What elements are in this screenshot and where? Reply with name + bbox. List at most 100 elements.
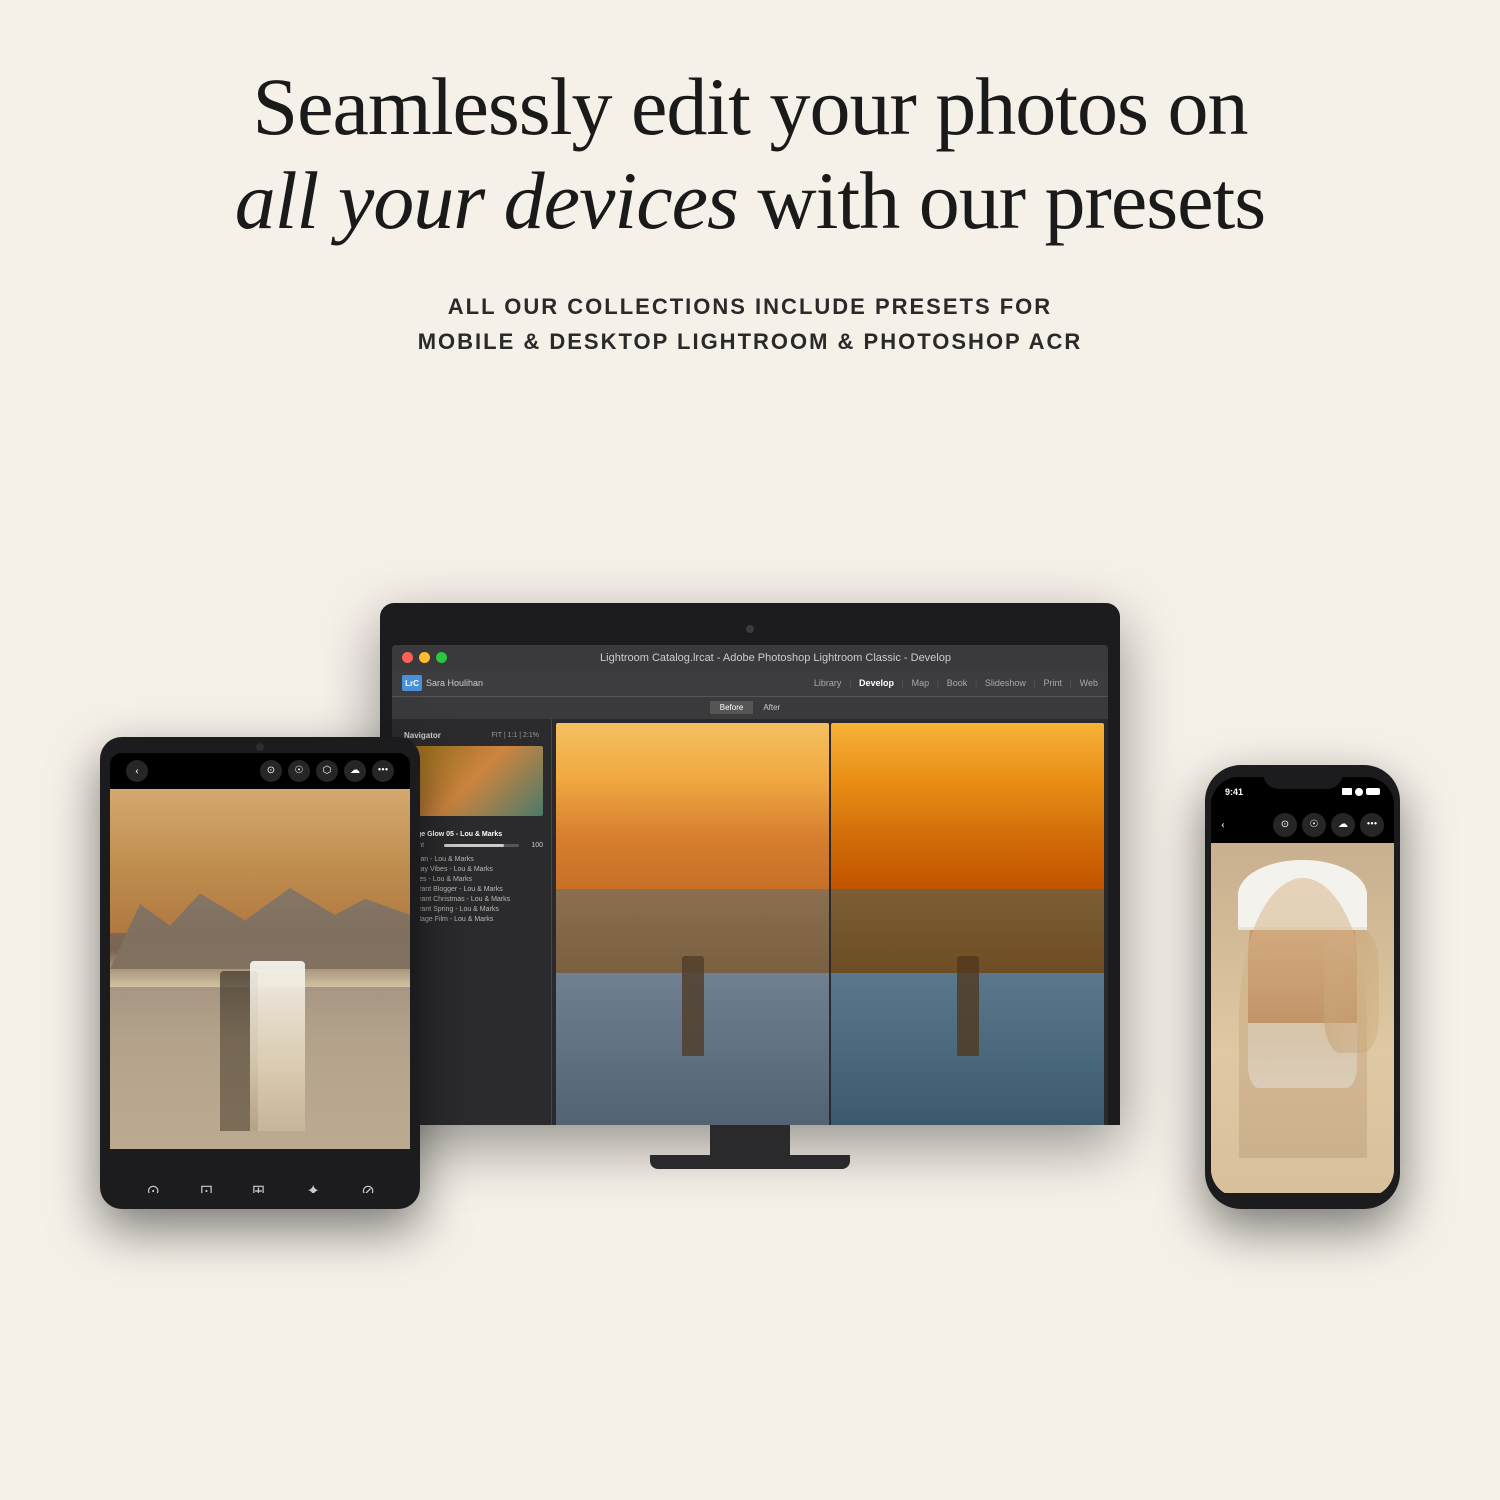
monitor-camera-bar	[392, 615, 1108, 643]
lr-preset-item-3[interactable]: Vibes - Lou & Marks	[400, 875, 543, 884]
headline-italic: all your devices	[235, 155, 738, 246]
headline-section: Seamlessly edit your photos on all your …	[155, 60, 1345, 249]
crop-icon: ⊡	[193, 1177, 221, 1193]
monitor-base	[650, 1155, 850, 1169]
lr-slider[interactable]	[444, 844, 519, 847]
lr-preset-item-6[interactable]: Vibrant Spring - Lou & Marks	[400, 905, 543, 914]
edit-icon: ⊞	[245, 1177, 273, 1193]
lr-before-panel	[556, 723, 829, 1125]
lr-photos-panels	[552, 719, 1108, 1125]
lr-photo-area: ⊞ ⊟ ⊠ ⌄ Before & After ◀ ▶ Soft Proofing	[552, 719, 1108, 1125]
lr-tab-develop[interactable]: Develop	[859, 678, 894, 688]
phone-photo	[1211, 843, 1394, 1193]
tablet-icon-cloud[interactable]: ☁	[344, 760, 366, 782]
tablet-top-right-icons: ⊙ ☉ ⬡ ☁ •••	[260, 760, 394, 782]
phone-outer: 9:41 ‹ ⊙ ☉ ☁ •••	[1205, 765, 1400, 1209]
wifi-icon	[1355, 788, 1363, 796]
tablet-tool-edit[interactable]: ⊞ Edit	[245, 1177, 273, 1193]
lr-after-btn[interactable]: After	[753, 701, 790, 714]
subtitle-text: ALL OUR COLLECTIONS INCLUDE PRESETS FOR …	[418, 289, 1083, 359]
phone-icon-3[interactable]: ☁	[1331, 813, 1355, 837]
lr-tab-slideshow[interactable]: Slideshow	[985, 678, 1026, 688]
phone-device: 9:41 ‹ ⊙ ☉ ☁ •••	[1205, 765, 1400, 1209]
tablet-icon-presets[interactable]: ⊙	[260, 760, 282, 782]
lr-before-btn[interactable]: Before	[710, 701, 754, 714]
tablet-back-button[interactable]: ‹	[126, 760, 148, 782]
phone-icon-1[interactable]: ⊙	[1273, 813, 1297, 837]
tablet-tool-masking[interactable]: ✦ Masking	[297, 1177, 331, 1193]
sunset-after-scene	[831, 723, 1104, 1125]
tablet-tool-heal[interactable]: ⊘ Heal	[354, 1177, 382, 1193]
signal-icon	[1342, 788, 1352, 795]
traffic-light-yellow	[419, 652, 430, 663]
lr-tab-library[interactable]: Library	[814, 678, 842, 688]
phone-top-icons: ‹ ⊙ ☉ ☁ •••	[1211, 807, 1394, 843]
tablet-tool-crop[interactable]: ⊡ Crop	[193, 1177, 221, 1193]
tablet-tool-presets[interactable]: ⊙ Presets	[138, 1177, 169, 1193]
lr-topbar: LrC Sara Houlihan Library | Develop | Ma…	[392, 671, 1108, 697]
lr-nav-tabs: Library | Develop | Map | Book | Slidesh…	[814, 678, 1098, 688]
tablet-device: ‹ ⊙ ☉ ⬡ ☁ •••	[100, 737, 420, 1209]
lr-preset-item-5[interactable]: Vibrant Christmas - Lou & Marks	[400, 895, 543, 904]
woman-hat-background	[1211, 843, 1394, 1193]
phone-notch	[1263, 765, 1343, 789]
lr-preset-item-4[interactable]: Vibrant Blogger - Lou & Marks	[400, 885, 543, 894]
phone-back-arrow-icon[interactable]: ‹	[1221, 817, 1225, 832]
devices-section: Lightroom Catalog.lrcat - Adobe Photosho…	[0, 389, 1500, 1289]
lr-tab-web[interactable]: Web	[1080, 678, 1098, 688]
lr-preset-item-2[interactable]: Vacay Vibes - Lou & Marks	[400, 865, 543, 874]
lr-after-panel	[831, 723, 1104, 1125]
presets-icon: ⊙	[139, 1177, 167, 1193]
lr-navigator-thumb	[400, 746, 543, 816]
lr-preset-list: Urban - Lou & Marks Vacay Vibes - Lou & …	[400, 855, 543, 924]
subtitle-line1: ALL OUR COLLECTIONS INCLUDE PRESETS FOR	[448, 294, 1052, 319]
tablet-icon-more[interactable]: •••	[372, 760, 394, 782]
traffic-light-green	[436, 652, 447, 663]
tablet-icon-adjustments[interactable]: ☉	[288, 760, 310, 782]
monitor-outer: Lightroom Catalog.lrcat - Adobe Photosho…	[380, 603, 1120, 1125]
subtitle-section: ALL OUR COLLECTIONS INCLUDE PRESETS FOR …	[318, 289, 1183, 359]
monitor-neck	[710, 1125, 790, 1155]
lr-tab-book[interactable]: Book	[947, 678, 968, 688]
masking-icon: ✦	[299, 1177, 327, 1193]
lr-logo: LrC	[402, 675, 422, 691]
sunset-before-scene	[556, 723, 829, 1125]
monitor-camera	[746, 625, 754, 633]
tablet-top-icons: ‹ ⊙ ☉ ⬡ ☁ •••	[110, 753, 410, 789]
groom-figure	[220, 971, 258, 1131]
lr-tab-map[interactable]: Map	[912, 678, 930, 688]
back-arrow-icon: ‹	[135, 763, 139, 778]
traffic-light-red	[402, 652, 413, 663]
headline-line1: Seamlessly edit your photos on	[253, 61, 1248, 152]
lr-amount-value: 100	[523, 842, 543, 849]
monitor-titlebar: Lightroom Catalog.lrcat - Adobe Photosho…	[392, 645, 1108, 671]
lr-logo-area: LrC Sara Houlihan	[402, 675, 483, 691]
lr-preset-item-7[interactable]: Vintage Film - Lou & Marks	[400, 915, 543, 924]
lr-tab-print[interactable]: Print	[1044, 678, 1063, 688]
phone-icon-2[interactable]: ☉	[1302, 813, 1326, 837]
lr-amount-row: Amount 100	[400, 842, 543, 849]
battery-icon	[1366, 788, 1380, 795]
woman-arm	[1324, 930, 1379, 1053]
sunset-after-sky	[831, 723, 1104, 910]
lr-main-ui: Navigator FIT | 1:1 | 2:1% Preset Vintag…	[392, 719, 1108, 1125]
tablet-tool-icons: ⊙ Presets ⊡ Crop ⊞ Edit ✦	[128, 1173, 392, 1193]
tablet-icon-camera[interactable]: ⬡	[316, 760, 338, 782]
phone-icon-4[interactable]: •••	[1360, 813, 1384, 837]
phone-status-icons	[1342, 788, 1380, 796]
tablet-photo	[110, 789, 410, 1149]
woman-hat-shape	[1238, 860, 1366, 930]
lr-navigator-header: Navigator FIT | 1:1 | 2:1%	[400, 729, 543, 742]
couple-figure	[210, 931, 310, 1131]
phone-screen: 9:41 ‹ ⊙ ☉ ☁ •••	[1211, 777, 1394, 1197]
tablet-outer: ‹ ⊙ ☉ ⬡ ☁ •••	[100, 737, 420, 1209]
lr-slider-fill	[444, 844, 504, 847]
subtitle-line2: MOBILE & DESKTOP LIGHTROOM & PHOTOSHOP A…	[418, 329, 1083, 354]
person-after	[957, 956, 979, 1056]
wedding-ground	[110, 987, 410, 1149]
tablet-screen: ‹ ⊙ ☉ ⬡ ☁ •••	[110, 753, 410, 1193]
monitor-screen: Lightroom Catalog.lrcat - Adobe Photosho…	[392, 645, 1108, 1125]
phone-bottom-bar: ⊙ Presets ⊡ Crop ⊞ Edit ✦	[1211, 1193, 1394, 1197]
lr-preset-item-1[interactable]: Urban - Lou & Marks	[400, 855, 543, 864]
tablet-camera	[256, 743, 264, 751]
